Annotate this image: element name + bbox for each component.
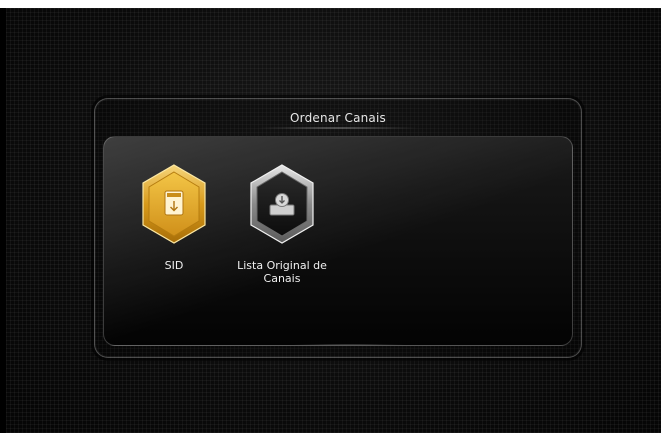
bottom-glow <box>284 344 414 345</box>
option-sid[interactable]: SID <box>114 163 234 272</box>
title-glow <box>255 127 421 129</box>
original-list-icon <box>248 163 316 245</box>
screen: Ordenar Canais SID Lista Original de Can… <box>0 0 665 435</box>
sort-channels-dialog: Ordenar Canais SID Lista Original de Can… <box>94 98 582 358</box>
option-sid-label-line1: SID <box>164 259 184 272</box>
options-area: SID Lista Original de Canais <box>103 136 573 346</box>
option-original-list-label-line1: Lista Original de <box>237 259 327 272</box>
option-original-list-label: Lista Original de Canais <box>222 259 342 285</box>
tv-background: Ordenar Canais SID Lista Original de Can… <box>6 8 661 433</box>
sid-card-icon <box>140 163 208 245</box>
option-original-list[interactable]: Lista Original de Canais <box>222 163 342 285</box>
option-sid-label: SID <box>114 259 234 272</box>
option-original-list-label-line2: Canais <box>263 272 301 285</box>
dialog-title: Ordenar Canais <box>290 111 386 125</box>
